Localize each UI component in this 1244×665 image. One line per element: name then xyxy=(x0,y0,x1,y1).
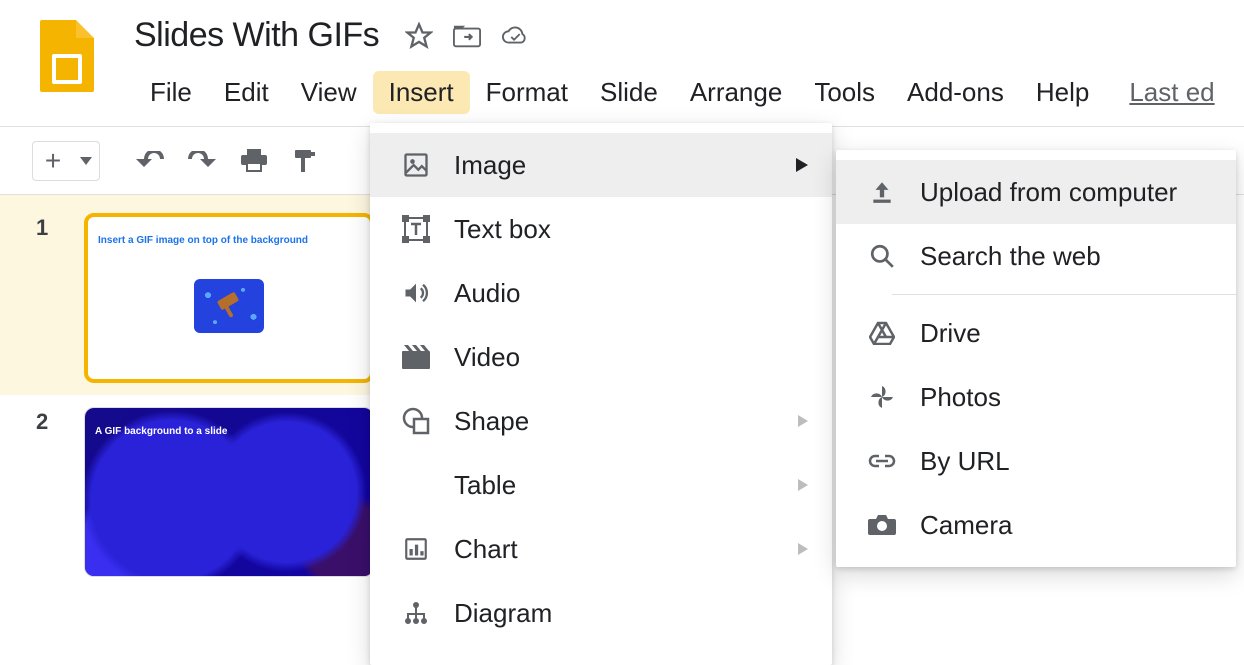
slide-panel: 1 Insert a GIF image on top of the backg… xyxy=(0,195,380,634)
title-area: Slides With GIFs xyxy=(134,16,1215,114)
menu-label: Video xyxy=(454,342,808,373)
menu-edit[interactable]: Edit xyxy=(208,71,285,114)
menu-label: By URL xyxy=(920,446,1212,477)
cloud-status-icon[interactable] xyxy=(501,22,529,50)
slides-logo-icon[interactable] xyxy=(40,20,94,92)
upload-icon xyxy=(860,179,904,205)
submenu-arrow-icon xyxy=(796,158,808,172)
undo-button[interactable] xyxy=(132,143,168,179)
menu-label: Image xyxy=(454,150,796,181)
image-submenu: Upload from computer Search the web Driv… xyxy=(836,150,1236,567)
image-search-web[interactable]: Search the web xyxy=(836,224,1236,288)
textbox-icon xyxy=(394,215,438,243)
menu-label: Upload from computer xyxy=(920,177,1212,208)
menu-file[interactable]: File xyxy=(134,71,208,114)
menu-arrange[interactable]: Arrange xyxy=(674,71,799,114)
insert-image[interactable]: Image xyxy=(370,133,832,197)
chart-icon xyxy=(394,536,438,562)
menu-tools[interactable]: Tools xyxy=(798,71,891,114)
menu-slide[interactable]: Slide xyxy=(584,71,674,114)
menu-addons[interactable]: Add-ons xyxy=(891,71,1020,114)
insert-shape[interactable]: Shape xyxy=(370,389,832,453)
paint-format-button[interactable] xyxy=(288,143,324,179)
menu-label: Table xyxy=(454,470,798,501)
camera-icon xyxy=(860,514,904,536)
menu-label: Drive xyxy=(920,318,1212,349)
menu-insert[interactable]: Insert xyxy=(373,71,470,114)
thumbnail-canvas: Insert a GIF image on top of the backgro… xyxy=(84,213,374,383)
menu-label: Photos xyxy=(920,382,1212,413)
submenu-divider xyxy=(892,294,1236,295)
insert-video[interactable]: Video xyxy=(370,325,832,389)
menu-label: Text box xyxy=(454,214,808,245)
slide-thumbnail-1[interactable]: 1 Insert a GIF image on top of the backg… xyxy=(0,213,380,383)
photos-icon xyxy=(860,384,904,410)
insert-audio[interactable]: Audio xyxy=(370,261,832,325)
shape-icon xyxy=(394,407,438,435)
audio-icon xyxy=(394,279,438,307)
submenu-arrow-icon xyxy=(798,543,808,555)
move-icon[interactable] xyxy=(453,22,481,50)
image-photos[interactable]: Photos xyxy=(836,365,1236,429)
slide-2-title: A GIF background to a slide xyxy=(85,408,373,437)
slide-thumbnail-2[interactable]: 2 A GIF background to a slide xyxy=(0,407,380,577)
thumbnail-canvas: A GIF background to a slide xyxy=(84,407,374,577)
insert-diagram[interactable]: Diagram xyxy=(370,581,832,645)
menu-label: Diagram xyxy=(454,598,808,629)
app-header: Slides With GIFs xyxy=(0,0,1244,114)
slide-number: 1 xyxy=(36,215,48,241)
insert-textbox[interactable]: Text box xyxy=(370,197,832,261)
title-row: Slides With GIFs xyxy=(134,16,1215,55)
star-icon[interactable] xyxy=(405,22,433,50)
new-slide-caret-icon[interactable] xyxy=(73,157,99,165)
menubar: File Edit View Insert Format Slide Arran… xyxy=(134,71,1215,114)
submenu-arrow-icon xyxy=(798,415,808,427)
menu-label: Audio xyxy=(454,278,808,309)
drive-icon xyxy=(860,321,904,345)
image-camera[interactable]: Camera xyxy=(836,493,1236,557)
redo-button[interactable] xyxy=(184,143,220,179)
new-slide-button[interactable]: + xyxy=(32,141,100,181)
print-button[interactable] xyxy=(236,143,272,179)
menu-label: Chart xyxy=(454,534,798,565)
image-by-url[interactable]: By URL xyxy=(836,429,1236,493)
submenu-arrow-icon xyxy=(798,479,808,491)
search-icon xyxy=(860,243,904,269)
link-icon xyxy=(860,453,904,469)
document-title[interactable]: Slides With GIFs xyxy=(134,16,379,55)
insert-chart[interactable]: Chart xyxy=(370,517,832,581)
menu-label: Camera xyxy=(920,510,1212,541)
insert-table[interactable]: Table xyxy=(370,453,832,517)
slide-number: 2 xyxy=(36,409,48,435)
slide-1-gif-icon xyxy=(194,279,264,333)
menu-label: Search the web xyxy=(920,241,1212,272)
image-drive[interactable]: Drive xyxy=(836,301,1236,365)
menu-help[interactable]: Help xyxy=(1020,71,1105,114)
video-icon xyxy=(394,345,438,369)
menu-view[interactable]: View xyxy=(285,71,373,114)
plus-icon: + xyxy=(33,145,73,177)
image-upload-from-computer[interactable]: Upload from computer xyxy=(836,160,1236,224)
menu-format[interactable]: Format xyxy=(470,71,584,114)
diagram-icon xyxy=(394,599,438,627)
menu-label: Shape xyxy=(454,406,798,437)
insert-menu-dropdown: Image Text box Audio Video Shape Table xyxy=(370,123,832,665)
image-icon xyxy=(394,151,438,179)
slide-1-title: Insert a GIF image on top of the backgro… xyxy=(88,217,370,246)
last-edit-link[interactable]: Last ed xyxy=(1129,77,1214,108)
